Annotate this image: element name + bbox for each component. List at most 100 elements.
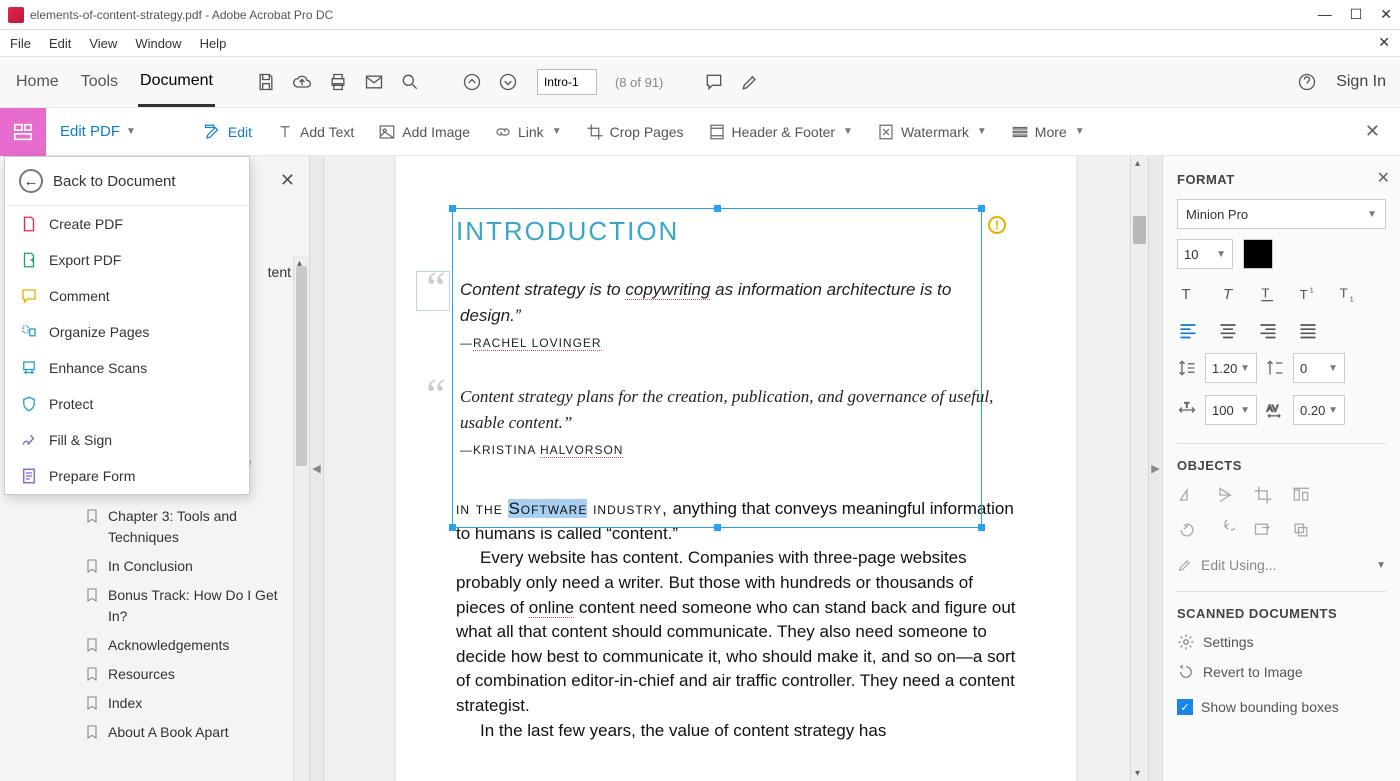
menu-view[interactable]: View <box>89 36 117 51</box>
bookmark-item[interactable]: Acknowledgements <box>84 635 287 656</box>
flip-horizontal-icon[interactable] <box>1177 485 1197 508</box>
tracking-icon: AV <box>1265 400 1285 420</box>
help-icon[interactable] <box>1296 71 1318 93</box>
highlight-pen-icon[interactable] <box>739 71 761 93</box>
text-regular-icon[interactable]: T <box>1177 283 1199 305</box>
pdf-page: ! INTRODUCTION “ Content strategy is to … <box>396 156 1076 781</box>
close-format-panel-icon[interactable]: ✕ <box>1377 168 1390 188</box>
save-icon[interactable] <box>255 71 277 93</box>
page-up-icon[interactable] <box>461 71 483 93</box>
prepare-form-item[interactable]: Prepare Form <box>5 458 249 494</box>
font-color-swatch[interactable] <box>1243 239 1273 269</box>
horizontal-scale-input[interactable]: 100▼ <box>1205 395 1257 425</box>
minimize-button[interactable]: — <box>1318 6 1332 23</box>
back-arrow-icon: ← <box>19 169 43 193</box>
tools-flyout-menu: ← Back to Document Create PDF Export PDF… <box>4 156 250 495</box>
crop-pages-button[interactable]: Crop Pages <box>578 117 692 147</box>
menu-help[interactable]: Help <box>200 36 227 51</box>
text-selection-frame[interactable] <box>452 208 982 528</box>
edit-pdf-dropdown[interactable]: Edit PDF▼ <box>60 123 136 140</box>
tab-home[interactable]: Home <box>14 59 61 105</box>
revert-to-image[interactable]: Revert to Image <box>1177 663 1386 681</box>
document-viewport[interactable]: ▴ ▾ ! INTRODUCTION “ Content strategy is… <box>324 156 1148 781</box>
align-left-icon[interactable] <box>1177 319 1199 341</box>
font-family-select[interactable]: Minion Pro▼ <box>1177 199 1386 229</box>
replace-image-icon[interactable] <box>1253 520 1273 543</box>
paragraph-spacing-input[interactable]: 0▼ <box>1293 353 1345 383</box>
link-dropdown[interactable]: Link▼ <box>486 117 570 147</box>
bookmark-item[interactable]: Resources <box>84 664 287 685</box>
protect-item[interactable]: Protect <box>5 386 249 422</box>
menubar-close-icon[interactable]: ✕ <box>1378 34 1390 51</box>
back-to-document[interactable]: ← Back to Document <box>5 157 249 206</box>
tracking-input[interactable]: 0.20▼ <box>1293 395 1345 425</box>
bookmark-item[interactable]: About A Book Apart <box>84 722 287 743</box>
bookmark-item[interactable]: Chapter 3: Tools and Techniques <box>84 506 287 548</box>
scrollbar-thumb[interactable] <box>1133 216 1146 244</box>
crop-object-icon[interactable] <box>1253 485 1273 508</box>
show-bounding-boxes-checkbox[interactable]: ✓ Show bounding boxes <box>1177 699 1386 715</box>
right-collapse-handle[interactable]: ▶ <box>1148 156 1162 781</box>
add-text-button[interactable]: Add Text <box>268 117 362 147</box>
header-footer-dropdown[interactable]: Header & Footer▼ <box>700 117 861 147</box>
line-spacing-input[interactable]: 1.20▼ <box>1205 353 1257 383</box>
warning-badge-icon[interactable]: ! <box>988 216 1006 234</box>
bookmark-item[interactable]: Bonus Track: How Do I Get In? <box>84 585 287 627</box>
align-objects-icon[interactable] <box>1291 485 1311 508</box>
scanned-settings[interactable]: Settings <box>1177 633 1386 651</box>
print-icon[interactable] <box>327 71 349 93</box>
close-bookmarks-icon[interactable]: ✕ <box>280 170 295 191</box>
more-dropdown[interactable]: More▼ <box>1003 117 1093 147</box>
email-icon[interactable] <box>363 71 385 93</box>
text-underline-icon[interactable]: T <box>1257 283 1279 305</box>
document-scrollbar[interactable]: ▴ ▾ <box>1130 156 1148 781</box>
watermark-dropdown[interactable]: Watermark▼ <box>869 117 995 147</box>
menu-edit[interactable]: Edit <box>49 36 71 51</box>
edit-toolbar: Edit PDF▼ Edit Add Text Add Image Link▼ … <box>0 108 1400 156</box>
tab-document[interactable]: Document <box>138 58 215 107</box>
tab-tools[interactable]: Tools <box>79 59 120 105</box>
edit-using-dropdown[interactable]: Edit Using... ▼ <box>1177 557 1386 573</box>
fill-sign-item[interactable]: Fill & Sign <box>5 422 249 458</box>
svg-text:T: T <box>1223 286 1234 303</box>
menu-file[interactable]: File <box>10 36 31 51</box>
organize-pages-item[interactable]: Organize Pages <box>5 314 249 350</box>
enhance-scans-item[interactable]: Enhance Scans <box>5 350 249 386</box>
svg-text:T: T <box>1261 285 1269 300</box>
page-number-input[interactable] <box>537 69 597 95</box>
edit-button[interactable]: Edit <box>196 117 260 147</box>
create-pdf-item[interactable]: Create PDF <box>5 206 249 242</box>
align-right-icon[interactable] <box>1257 319 1279 341</box>
text-subscript-icon[interactable]: T1 <box>1337 283 1359 305</box>
export-pdf-item[interactable]: Export PDF <box>5 242 249 278</box>
back-label: Back to Document <box>53 173 176 190</box>
align-center-icon[interactable] <box>1217 319 1239 341</box>
format-title: FORMAT <box>1177 172 1386 187</box>
search-icon[interactable] <box>399 71 421 93</box>
edit-mode-icon[interactable] <box>0 108 46 156</box>
text-superscript-icon[interactable]: T1 <box>1297 283 1319 305</box>
close-edit-toolbar[interactable]: ✕ <box>1355 121 1390 142</box>
font-size-input[interactable]: 10▼ <box>1177 239 1233 269</box>
svg-text:T: T <box>1181 286 1190 303</box>
rotate-ccw-icon[interactable] <box>1177 520 1197 543</box>
comment-bubble-icon[interactable] <box>703 71 725 93</box>
maximize-button[interactable]: ☐ <box>1350 6 1363 23</box>
arrange-icon[interactable] <box>1291 520 1311 543</box>
page-down-icon[interactable] <box>497 71 519 93</box>
bookmark-item[interactable]: In Conclusion <box>84 556 287 577</box>
cloud-upload-icon[interactable] <box>291 71 313 93</box>
scrollbar-thumb[interactable] <box>296 266 307 466</box>
flip-vertical-icon[interactable] <box>1215 485 1235 508</box>
comment-item[interactable]: Comment <box>5 278 249 314</box>
menu-window[interactable]: Window <box>135 36 181 51</box>
bookmark-item[interactable]: Index <box>84 693 287 714</box>
left-collapse-handle[interactable]: ◀ <box>310 156 324 781</box>
rotate-cw-icon[interactable] <box>1215 520 1235 543</box>
add-image-button[interactable]: Add Image <box>370 117 478 147</box>
bookmarks-scrollbar[interactable]: ▴ <box>293 256 309 781</box>
sign-in-link[interactable]: Sign In <box>1336 73 1386 91</box>
text-italic-icon[interactable]: T <box>1217 283 1239 305</box>
align-justify-icon[interactable] <box>1297 319 1319 341</box>
close-window-button[interactable]: ✕ <box>1380 6 1392 23</box>
